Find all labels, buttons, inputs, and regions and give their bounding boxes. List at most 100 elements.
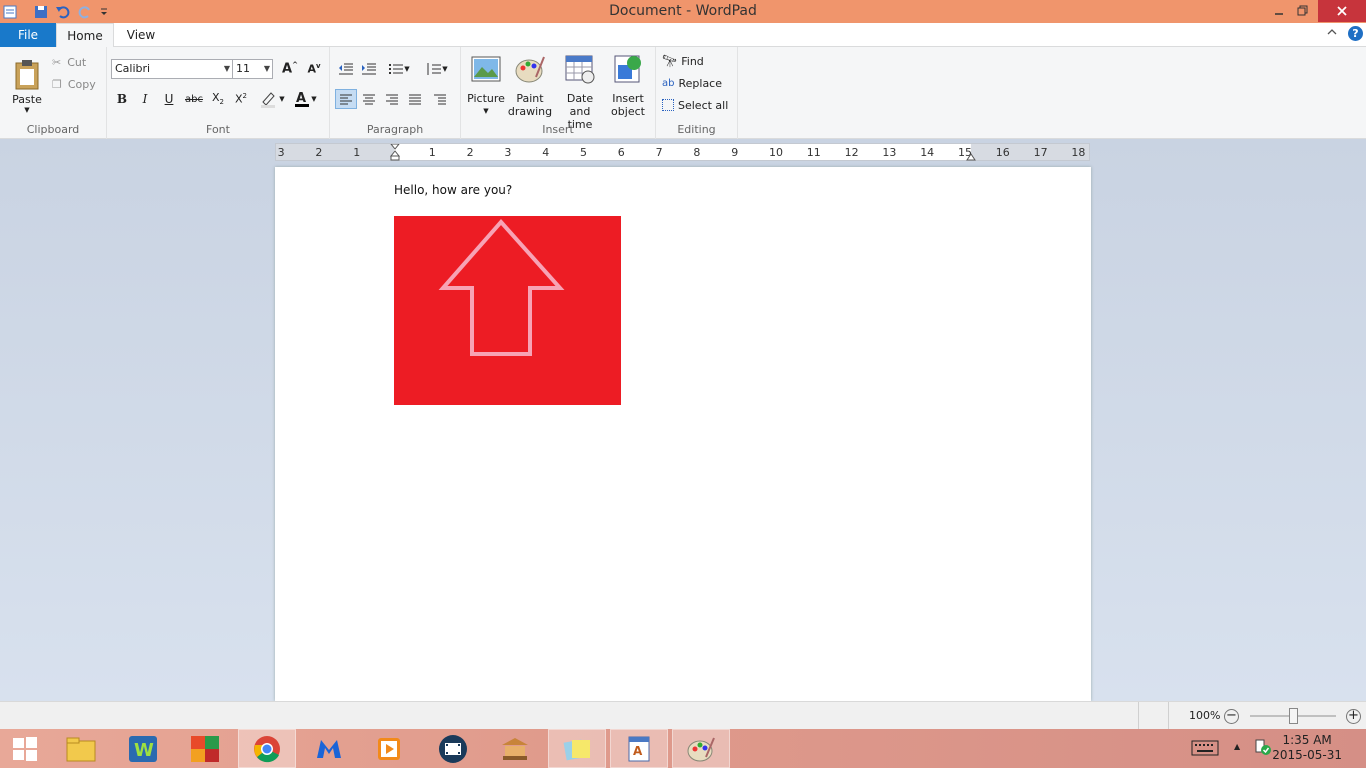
taskbar-wordpad[interactable]: A <box>610 729 668 768</box>
bullets-button[interactable]: ▼ <box>384 59 414 79</box>
align-center-button[interactable] <box>358 89 380 109</box>
strikethrough-button[interactable]: abc <box>183 89 205 109</box>
building-icon <box>502 737 528 760</box>
replace-label: Replace <box>678 76 722 90</box>
picture-icon <box>471 56 501 82</box>
taskbar-app-building[interactable] <box>486 729 544 768</box>
svg-text:A: A <box>296 91 306 106</box>
zoom-slider-thumb[interactable] <box>1289 708 1298 724</box>
subscript-button[interactable]: X2 <box>207 89 229 109</box>
shrink-font-icon: Av <box>307 62 321 76</box>
copy-button[interactable]: ❐ Copy <box>52 75 96 93</box>
svg-text:A: A <box>633 744 643 758</box>
taskbar-video-app[interactable] <box>424 729 482 768</box>
start-button[interactable] <box>0 729 50 768</box>
taskbar-paint[interactable] <box>672 729 730 768</box>
system-clock[interactable]: 1:35 AM 2015-05-31 <box>1272 733 1342 763</box>
select-all-icon <box>662 99 674 111</box>
underline-button[interactable]: U <box>158 89 180 109</box>
paragraph-icon <box>434 94 446 105</box>
right-indent-marker-icon[interactable] <box>966 150 976 161</box>
close-button[interactable] <box>1318 0 1366 22</box>
increase-indent-button[interactable] <box>358 59 380 79</box>
action-center-icon[interactable] <box>1254 738 1272 759</box>
zoom-out-button[interactable]: − <box>1224 709 1239 724</box>
shrink-font-button[interactable]: Av <box>303 59 325 79</box>
cut-icon: ✂ <box>52 55 62 69</box>
font-color-icon: A <box>295 91 310 107</box>
ribbon-tabs: File Home View ? <box>0 23 1366 48</box>
replace-button[interactable]: ab Replace <box>662 74 722 92</box>
document-text[interactable]: Hello, how are you? <box>394 183 512 197</box>
bold-icon: B <box>116 92 128 106</box>
bold-button[interactable]: B <box>111 89 133 109</box>
grow-font-button[interactable]: A^ <box>279 59 301 79</box>
font-size-select[interactable]: 11 ▼ <box>232 59 273 79</box>
find-label: Find <box>681 54 704 68</box>
taskbar-malwarebytes[interactable] <box>300 729 358 768</box>
taskbar-file-explorer[interactable] <box>52 729 110 768</box>
restore-button[interactable] <box>1292 0 1314 22</box>
find-button[interactable]: 🔭︎ Find <box>662 52 704 70</box>
clipboard-group-label: Clipboard <box>26 123 80 136</box>
copy-icon: ❐ <box>52 77 62 91</box>
decrease-indent-button[interactable] <box>335 59 357 79</box>
touch-keyboard-icon[interactable] <box>1191 740 1219 759</box>
chevron-down-icon: ▼ <box>223 64 230 73</box>
italic-icon: I <box>142 92 148 106</box>
paragraph-group: ▼ ▼ Paragraph <box>330 47 461 139</box>
show-hidden-icons-icon[interactable]: ▲ <box>1234 742 1240 751</box>
indent-marker-icon[interactable] <box>390 144 400 161</box>
ruler-tick-label: 1 <box>428 146 436 159</box>
taskbar-app-colorful[interactable] <box>176 729 234 768</box>
ruler[interactable]: 3 2 1 1 2 3 4 5 6 7 8 9 10 11 12 13 14 15 16 17 18 <box>275 143 1090 161</box>
select-all-button[interactable]: Select all <box>662 96 728 114</box>
tab-home[interactable]: Home <box>56 23 114 48</box>
taskbar-sticky-notes[interactable] <box>548 729 606 768</box>
help-icon[interactable]: ? <box>1348 26 1363 41</box>
picture-label: Picture <box>467 92 505 105</box>
minimize-ribbon-icon[interactable] <box>1326 27 1338 40</box>
plus-icon: + <box>1348 708 1359 723</box>
highlight-color-button[interactable]: ▼ <box>257 89 287 109</box>
font-color-button[interactable]: A ▼ <box>290 89 320 109</box>
ruler-tick-label: 18 <box>1071 146 1086 159</box>
insert-object-button[interactable]: Insert object <box>605 53 651 118</box>
paint-drawing-button[interactable]: Paint drawing <box>507 53 553 118</box>
ruler-tick-label: 3 <box>504 146 512 159</box>
tab-view[interactable]: View <box>114 23 168 47</box>
taskbar-app-w[interactable]: W <box>114 729 172 768</box>
italic-button[interactable]: I <box>134 89 156 109</box>
justify-button[interactable] <box>404 89 426 109</box>
ruler-tick-label: 12 <box>844 146 859 159</box>
date-time-button[interactable]: Date and time <box>557 53 603 131</box>
document-page[interactable]: Hello, how are you? <box>275 167 1091 701</box>
calendar-clock-icon <box>565 55 595 84</box>
taskbar-chrome[interactable] <box>238 729 296 768</box>
minimize-button[interactable] <box>1268 0 1290 22</box>
align-left-button[interactable] <box>335 89 357 109</box>
zoom-in-button[interactable]: + <box>1346 709 1361 724</box>
embedded-picture[interactable] <box>394 216 621 405</box>
cut-button[interactable]: ✂ Cut <box>52 53 86 71</box>
up-arrow-icon <box>438 218 565 356</box>
taskbar-media-player[interactable] <box>360 729 418 768</box>
ribbon: Paste ▼ ✂ Cut ❐ Copy Clipboard Calibri ▼ … <box>0 47 1366 139</box>
color-tiles-icon <box>191 735 219 762</box>
document-workspace: 3 2 1 1 2 3 4 5 6 7 8 9 10 11 12 13 14 15 16 17 18 Hello, ho… <box>0 139 1366 701</box>
ruler-tick-label: 1 <box>353 146 361 159</box>
font-family-select[interactable]: Calibri ▼ <box>111 59 233 79</box>
minus-icon: − <box>1226 708 1237 723</box>
paste-button[interactable]: Paste ▼ <box>8 53 46 119</box>
windows-logo-icon <box>13 736 37 761</box>
paste-icon <box>15 59 39 89</box>
superscript-button[interactable]: X2 <box>230 89 252 109</box>
line-spacing-button[interactable]: ▼ <box>422 59 452 79</box>
increase-indent-icon <box>362 63 376 75</box>
paragraph-dialog-button[interactable] <box>429 89 451 109</box>
insert-group: Picture ▼ Paint drawing Date and time In… <box>461 47 656 139</box>
tab-file[interactable]: File <box>0 23 56 47</box>
insert-picture-button[interactable]: Picture ▼ <box>463 53 509 118</box>
align-right-button[interactable] <box>381 89 403 109</box>
line-spacing-icon <box>427 63 442 75</box>
